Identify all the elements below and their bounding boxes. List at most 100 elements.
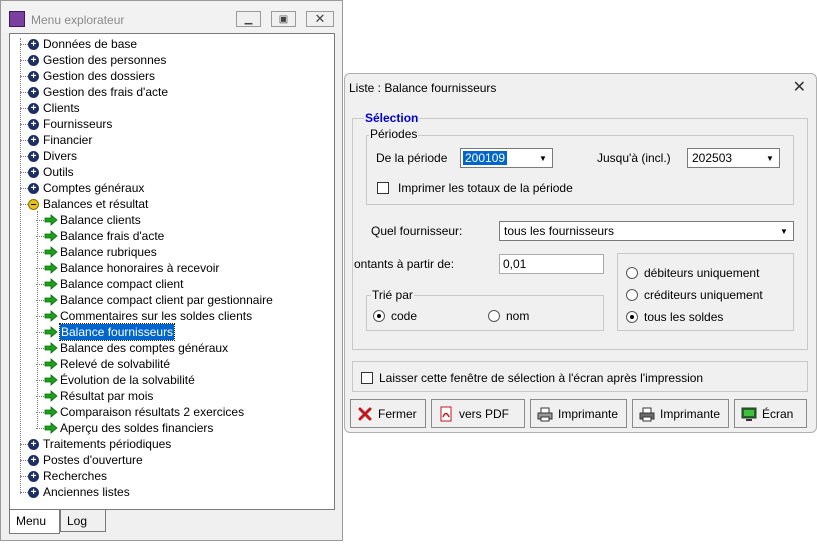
plus-icon: + — [28, 183, 39, 194]
to-period-select[interactable]: 202503 ▼ — [687, 148, 780, 168]
tree-connector — [36, 412, 44, 413]
green-arrow-icon — [44, 390, 58, 402]
tree-item-label: Balance rubriques — [60, 245, 157, 259]
tree-connector — [20, 60, 28, 61]
printer-icon — [537, 406, 553, 422]
tab-log[interactable]: Log — [60, 510, 106, 532]
plus-icon: + — [28, 87, 39, 98]
print-totals-checkbox[interactable] — [377, 182, 389, 194]
keep-window-checkbox[interactable] — [361, 372, 373, 384]
tree-item-label: Balances et résultat — [43, 197, 149, 211]
selection-legend: Sélection — [364, 111, 420, 125]
screen-button[interactable]: Écran — [734, 399, 807, 428]
tab-log-label: Log — [67, 514, 88, 528]
tree-connector — [36, 236, 44, 237]
tree-connector — [36, 380, 44, 381]
tree-connector — [20, 44, 28, 45]
tree-connector — [20, 492, 28, 493]
explorer-title: Menu explorateur — [31, 13, 125, 27]
tree-item-label: Outils — [43, 165, 74, 179]
tree-connector — [20, 460, 28, 461]
tree-connector — [36, 268, 44, 269]
amounts-label: ontants à partir de: — [354, 257, 455, 271]
plus-icon: + — [28, 471, 39, 482]
printer-button-2-label: Imprimante — [660, 406, 721, 421]
close-x-icon — [357, 406, 373, 422]
tree-item-label: Balance fournisseurs — [58, 323, 176, 341]
radio-crediteurs[interactable] — [626, 289, 638, 301]
green-arrow-icon — [44, 214, 58, 226]
radio-tous-soldes[interactable] — [626, 311, 638, 323]
tree-item-label: Balance frais d'acte — [60, 229, 165, 243]
pdf-icon — [438, 406, 454, 422]
tree-item-label: Commentaires sur les soldes clients — [60, 309, 253, 323]
supplier-select[interactable]: tous les fournisseurs ▼ — [499, 221, 794, 241]
tree-connector — [20, 188, 28, 189]
tree-item-label: Gestion des dossiers — [43, 69, 156, 83]
tree-connector — [20, 204, 28, 205]
tree-connector — [36, 348, 44, 349]
tree-item-label: Comptes généraux — [43, 181, 145, 195]
tree-connector — [36, 252, 44, 253]
green-arrow-icon — [44, 294, 58, 306]
tree-item-label: Balance compact client — [60, 277, 184, 291]
explorer-titlebar[interactable]: Menu explorateur ▁ ▣ ✕ — [1, 1, 342, 33]
tree-connector — [36, 316, 44, 317]
close-window-button[interactable]: ✕ — [306, 11, 334, 27]
dialog-close-button[interactable]: ✕ — [793, 77, 806, 97]
periods-legend: Périodes — [369, 127, 419, 141]
printer-icon — [639, 406, 655, 422]
tree-connector — [20, 444, 28, 445]
plus-icon: + — [28, 103, 39, 114]
radio-debiteurs[interactable] — [626, 267, 638, 279]
tree-item-label: Fournisseurs — [43, 117, 113, 131]
screen-button-label: Écran — [762, 406, 794, 421]
pdf-button[interactable]: vers PDF — [431, 399, 525, 428]
tree-item-label: Balance clients — [60, 213, 141, 227]
radio-sort-code-label: code — [391, 309, 418, 323]
keep-window-label: Laisser cette fenêtre de sélection à l'é… — [379, 371, 704, 385]
radio-sort-code[interactable] — [373, 310, 385, 322]
pdf-button-label: vers PDF — [459, 406, 510, 421]
close-icon: ✕ — [314, 11, 326, 26]
plus-icon: + — [28, 151, 39, 162]
tree-item-label: Aperçu des soldes financiers — [60, 421, 214, 435]
menu-tree[interactable]: + Données de base + Gestion des personnes + G… — [9, 33, 335, 510]
supplier-value: tous les fournisseurs — [504, 224, 615, 238]
from-period-value: 200109 — [463, 151, 508, 165]
restore-icon: ▣ — [278, 13, 289, 25]
printer-button-1-label: Imprimante — [558, 406, 619, 421]
printer-button-1[interactable]: Imprimante — [530, 399, 627, 428]
balance-fournisseurs-dialog: Liste : Balance fournisseurs ✕ Sélection… — [344, 73, 817, 433]
radio-sort-nom[interactable] — [488, 310, 500, 322]
tree-connector — [20, 124, 28, 125]
tree-connector — [20, 140, 28, 141]
tree-connector — [36, 220, 44, 221]
chevron-down-icon: ▼ — [766, 153, 774, 163]
from-period-select[interactable]: 200109 ▼ — [460, 148, 553, 168]
tree-item-label: Financier — [43, 133, 93, 147]
close-button[interactable]: Fermer — [350, 399, 426, 428]
amounts-input[interactable]: 0,01 — [499, 254, 604, 274]
tree-connector — [20, 476, 28, 477]
restore-button[interactable]: ▣ — [271, 11, 296, 27]
green-arrow-icon — [44, 310, 58, 322]
tree-connector — [20, 156, 28, 157]
green-arrow-icon — [44, 374, 58, 386]
tree-connector — [20, 172, 28, 173]
tree-connector — [36, 284, 44, 285]
tab-menu[interactable]: Menu — [9, 510, 60, 534]
minimize-button[interactable]: ▁ — [236, 11, 261, 27]
green-arrow-icon — [44, 326, 58, 338]
to-period-value: 202503 — [692, 151, 733, 165]
tree-connector — [36, 396, 44, 397]
tree-connector — [36, 332, 44, 333]
printer-button-2[interactable]: Imprimante — [632, 399, 729, 428]
plus-icon: + — [28, 487, 39, 498]
tree-connector — [36, 300, 44, 301]
tree-item-label: Évolution de la solvabilité — [60, 373, 195, 387]
green-arrow-icon — [44, 406, 58, 418]
tree-item-label: Gestion des personnes — [43, 53, 167, 67]
plus-icon: + — [28, 71, 39, 82]
tab-menu-label: Menu — [16, 514, 47, 528]
